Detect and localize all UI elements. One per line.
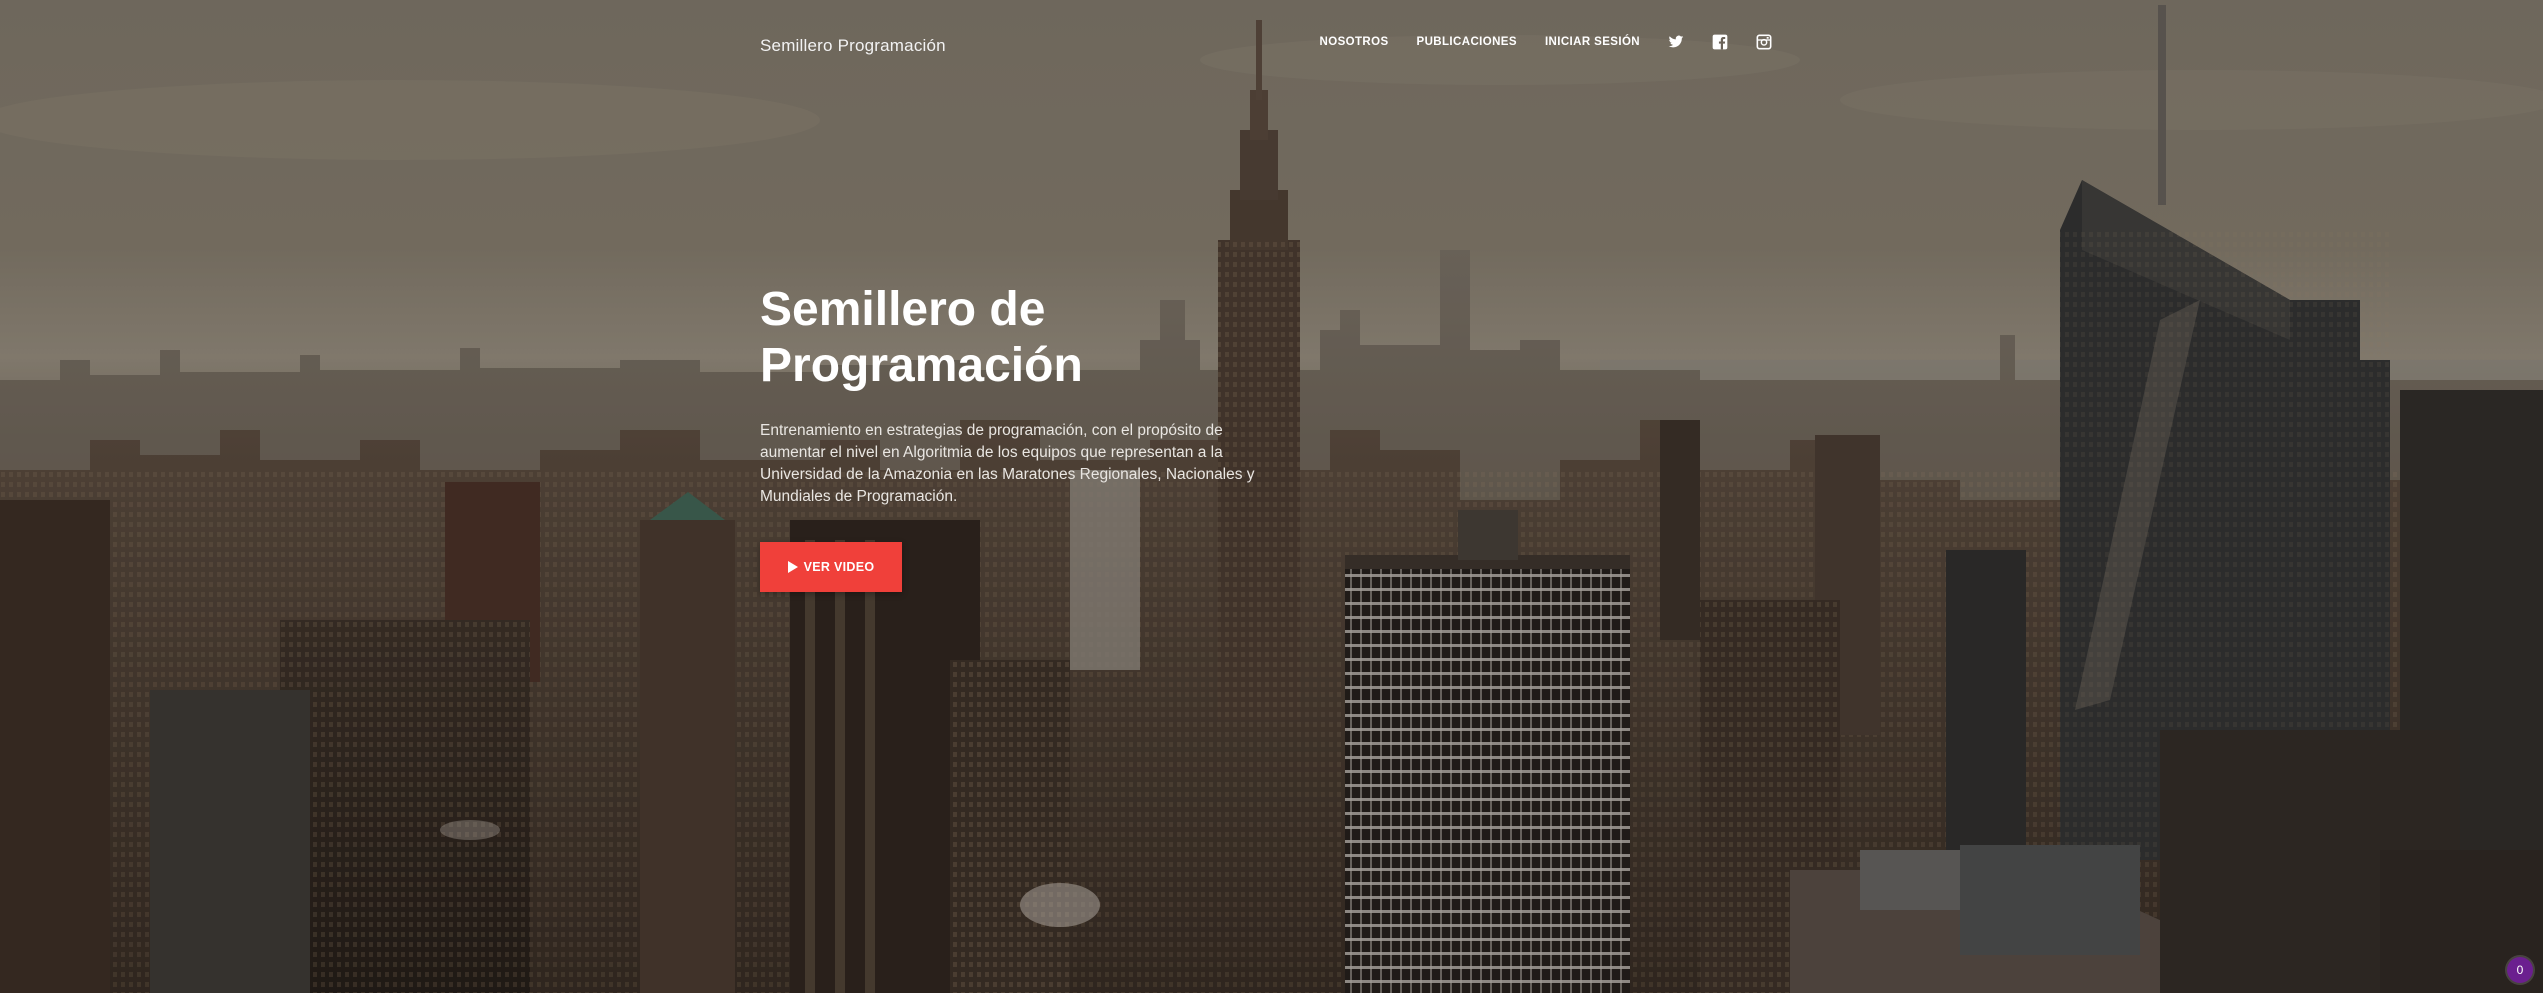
navbar: Semillero Programación NOSOTROS PUBLICAC…: [760, 28, 1772, 68]
nav-links: NOSOTROS PUBLICACIONES INICIAR SESIÓN: [1320, 34, 1772, 50]
instagram-icon[interactable]: [1756, 34, 1772, 50]
facebook-icon[interactable]: [1712, 34, 1728, 50]
nav-link-publicaciones[interactable]: PUBLICACIONES: [1417, 36, 1517, 48]
hero-section: Semillero Programación NOSOTROS PUBLICAC…: [0, 0, 2543, 993]
brand-logo-text[interactable]: Semillero Programación: [760, 36, 946, 56]
nav-link-nosotros[interactable]: NOSOTROS: [1320, 36, 1389, 48]
watch-video-label: VER VIDEO: [803, 560, 875, 574]
hero-title-line-2: Programación: [760, 339, 1083, 392]
watch-video-button[interactable]: VER VIDEO: [760, 542, 902, 592]
hero-title: Semillero de Programación: [760, 282, 1280, 394]
hero-content: Semillero de Programación Entrenamiento …: [760, 282, 1280, 592]
hero-title-line-1: Semillero de: [760, 283, 1046, 336]
twitter-icon[interactable]: [1668, 34, 1684, 50]
nav-link-iniciar-sesion[interactable]: INICIAR SESIÓN: [1545, 36, 1640, 48]
play-icon: [787, 561, 798, 573]
notification-badge[interactable]: 0: [2507, 957, 2533, 983]
hero-description: Entrenamiento en estrategias de programa…: [760, 422, 1255, 505]
